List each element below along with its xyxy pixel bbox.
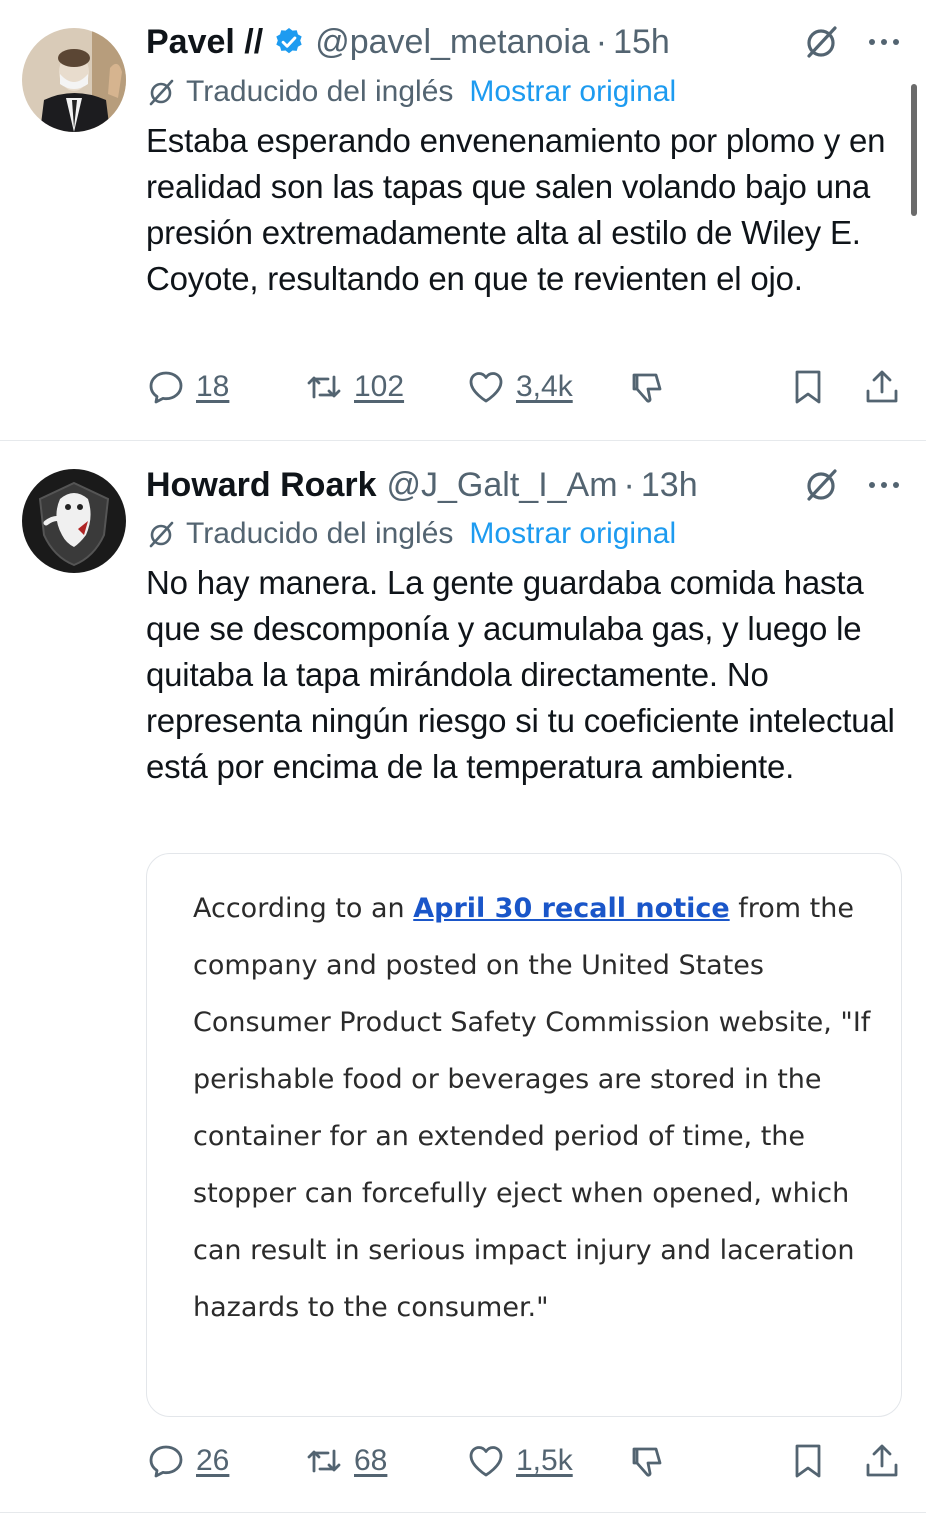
scrollbar[interactable] [911,84,917,216]
tweet-header: Howard Roark @J_Galt_I_Am · 13h [146,463,698,507]
more-icon[interactable] [864,22,904,62]
tweet-actions: 18 102 3,4k [146,362,906,412]
repost-count[interactable]: 68 [354,1444,387,1478]
attached-image[interactable]: According to an April 30 recall notice f… [146,853,902,1417]
heart-icon [469,372,503,403]
bookmark-button[interactable] [788,1436,828,1486]
repost-count[interactable]: 102 [354,370,404,404]
translate-icon [149,521,174,548]
like-button[interactable]: 3,4k [466,362,573,412]
timestamp[interactable]: 13h [641,466,698,505]
bookmark-icon [795,1444,821,1478]
reply-icon [149,1445,183,1478]
tweet[interactable]: Howard Roark @J_Galt_I_Am · 13h Traducid… [0,441,926,1511]
dislike-icon [632,373,662,403]
translation-bar: Traducido del inglés Mostrar original [146,514,676,554]
image-quote-text: According to an April 30 recall notice f… [193,880,873,1336]
tweet-header: Pavel // @pavel_metanoia · 15h [146,20,670,64]
avatar[interactable] [22,28,126,132]
avatar[interactable] [22,469,126,573]
dislike-button[interactable] [628,1436,668,1486]
repost-button[interactable]: 102 [304,362,404,412]
grok-icon[interactable] [801,465,841,505]
repost-icon [307,375,341,399]
tweet-actions: 26 68 1,5k [146,1436,906,1486]
translated-label: Traducido del inglés [186,517,454,550]
dislike-button[interactable] [628,362,668,412]
more-icon[interactable] [864,465,904,505]
like-button[interactable]: 1,5k [466,1436,573,1486]
repost-icon [307,1449,341,1473]
like-count[interactable]: 3,4k [516,370,573,404]
reply-button[interactable]: 26 [146,1436,229,1486]
tweet-text: Estaba esperando envenenamiento por plom… [146,122,886,297]
show-original-link[interactable]: Mostrar original [469,75,676,109]
tweet-text: No hay manera. La gente guardaba comida … [146,564,895,785]
translate-icon [149,79,174,106]
bookmark-button[interactable] [788,362,828,412]
timestamp[interactable]: 15h [613,23,670,62]
tweet[interactable]: Pavel // @pavel_metanoia · 15h Traducido… [0,0,926,440]
like-count[interactable]: 1,5k [516,1444,573,1478]
share-icon [866,370,898,403]
show-original-link[interactable]: Mostrar original [469,517,676,551]
recall-notice-link: April 30 recall notice [413,893,730,924]
tweet-divider [0,1512,926,1513]
handle[interactable]: @J_Galt_I_Am [387,466,618,505]
reply-count[interactable]: 26 [196,1444,229,1478]
verified-badge-icon [276,28,302,54]
grok-icon[interactable] [801,22,841,62]
bookmark-icon [795,370,821,404]
reply-button[interactable]: 18 [146,362,229,412]
quote-text-before-link: According to an [193,893,414,924]
separator-dot: · [623,465,635,504]
heart-icon [469,1446,503,1477]
repost-button[interactable]: 68 [304,1436,387,1486]
dislike-icon [632,1447,662,1477]
reply-icon [149,371,183,404]
display-name[interactable]: Pavel // [146,23,263,62]
reply-count[interactable]: 18 [196,370,229,404]
quote-text-after-link: from the company and posted on the Unite… [193,893,871,1323]
share-button[interactable] [862,362,902,412]
translated-label: Traducido del inglés [186,75,454,108]
handle[interactable]: @pavel_metanoia [315,23,590,62]
translation-bar: Traducido del inglés Mostrar original [146,72,676,112]
display-name[interactable]: Howard Roark [146,466,377,505]
share-button[interactable] [862,1436,902,1486]
separator-dot: · [595,22,608,61]
share-icon [866,1444,898,1477]
